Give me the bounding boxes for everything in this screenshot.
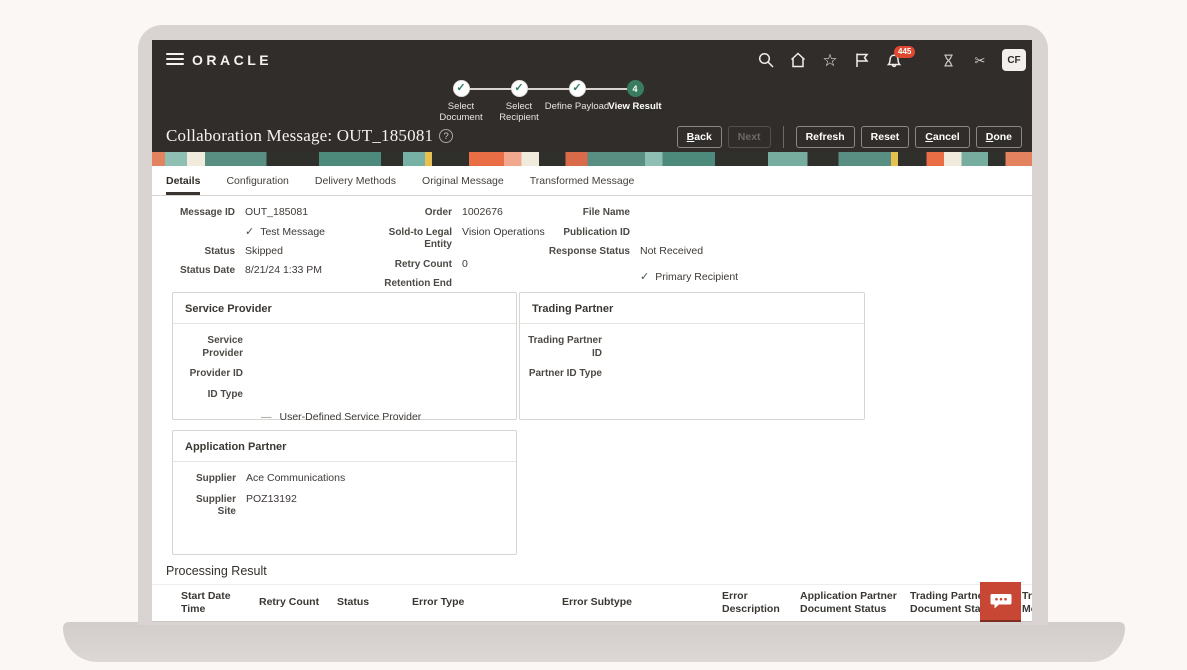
column-header[interactable]: Start Date Time [181, 590, 259, 616]
chat-feedback-button[interactable] [980, 582, 1021, 622]
check-icon: ✓ [640, 272, 649, 283]
column-header[interactable]: Application Partner Document Status [800, 590, 910, 616]
response-status-value: Not Received [640, 245, 800, 258]
step-complete-check-icon: ✓ [511, 80, 528, 97]
notification-count-badge: 445 [894, 46, 915, 58]
app-header: ORACLE ☆ 445 [152, 40, 1032, 166]
help-icon[interactable]: ? [439, 129, 453, 143]
id-type-value [253, 388, 503, 402]
search-icon[interactable] [756, 50, 776, 70]
flag-icon[interactable] [852, 50, 872, 70]
step-select-document[interactable]: ✓ Select Document [432, 80, 490, 124]
tab-delivery-methods[interactable]: Delivery Methods [315, 166, 396, 195]
done-button[interactable]: Done [976, 126, 1022, 148]
action-toolbar: Back Next Refresh Reset Cancel Done [671, 126, 1022, 148]
column-header[interactable]: Status [337, 596, 412, 609]
oracle-logo: ORACLE [192, 52, 272, 68]
tab-configuration[interactable]: Configuration [226, 166, 288, 195]
screen: ORACLE ☆ 445 [152, 40, 1032, 622]
service-provider-section: Service Provider Service Provider Provid… [172, 292, 517, 420]
primary-recipient-flag: Primary Recipient [655, 271, 738, 284]
user-avatar[interactable]: CF [1002, 49, 1026, 71]
process-stepper: ✓ Select Document ✓ Select Recipient ✓ D… [432, 80, 664, 124]
tab-original-message[interactable]: Original Message [422, 166, 504, 195]
step-view-result[interactable]: 4 View Result [606, 80, 664, 124]
partner-id-type-value [612, 367, 852, 381]
supplier-value: Ace Communications [246, 472, 496, 486]
laptop-frame: ORACLE ☆ 445 [138, 25, 1048, 625]
cancel-button[interactable]: Cancel [915, 126, 969, 148]
home-icon[interactable] [788, 50, 808, 70]
reset-button[interactable]: Reset [861, 126, 910, 148]
speech-bubble-icon [990, 592, 1012, 610]
column-header[interactable]: Retry Count [259, 596, 337, 609]
processing-result-heading: Processing Result [166, 564, 267, 578]
tab-details[interactable]: Details [166, 166, 200, 195]
page-title: Collaboration Message: OUT_185081? [166, 126, 453, 146]
notifications-bell-icon[interactable]: 445 [884, 50, 904, 70]
tab-transformed-message[interactable]: Transformed Message [530, 166, 635, 195]
trading-partner-id-value [612, 334, 852, 360]
next-button: Next [728, 126, 771, 148]
column-header[interactable]: Error Type [412, 596, 562, 609]
scissors-icon[interactable]: ✂ [970, 50, 990, 70]
step-current-number: 4 [627, 80, 644, 97]
favorites-star-icon[interactable]: ☆ [820, 50, 840, 70]
toolbar-divider [783, 126, 784, 148]
test-message-flag: Test Message [260, 226, 325, 239]
supplier-site-value: POZ13192 [246, 493, 496, 519]
back-button[interactable]: Back [677, 126, 722, 148]
application-partner-section: Application Partner Supplier Ace Communi… [172, 430, 517, 555]
processing-result-header-row: Start Date Time Retry Count Status Error… [152, 584, 1032, 622]
main-content: Details Configuration Delivery Methods O… [152, 166, 1032, 622]
column-header[interactable]: Error Description [722, 590, 800, 616]
service-provider-value [253, 334, 503, 360]
sandbox-hourglass-icon[interactable] [938, 50, 958, 70]
laptop-base [63, 622, 1125, 662]
step-complete-check-icon: ✓ [569, 80, 586, 97]
refresh-button[interactable]: Refresh [796, 126, 855, 148]
trading-partner-section: Trading Partner Trading Partner ID Partn… [519, 292, 865, 420]
details-column-3: File Name Publication ID Response Status… [542, 206, 800, 284]
decorative-banner [152, 152, 1032, 166]
provider-id-value [253, 367, 503, 381]
column-header[interactable]: Error Subtype [562, 596, 722, 609]
user-defined-service-provider-flag: —User-Defined Service Provider [261, 411, 516, 423]
check-icon: ✓ [245, 227, 254, 238]
column-header[interactable]: Transformed Message [1022, 590, 1032, 616]
menu-icon[interactable] [166, 53, 184, 67]
global-toolbar: ORACLE ☆ 445 [152, 40, 1032, 80]
tab-bar: Details Configuration Delivery Methods O… [152, 166, 1032, 196]
step-complete-check-icon: ✓ [453, 80, 470, 97]
